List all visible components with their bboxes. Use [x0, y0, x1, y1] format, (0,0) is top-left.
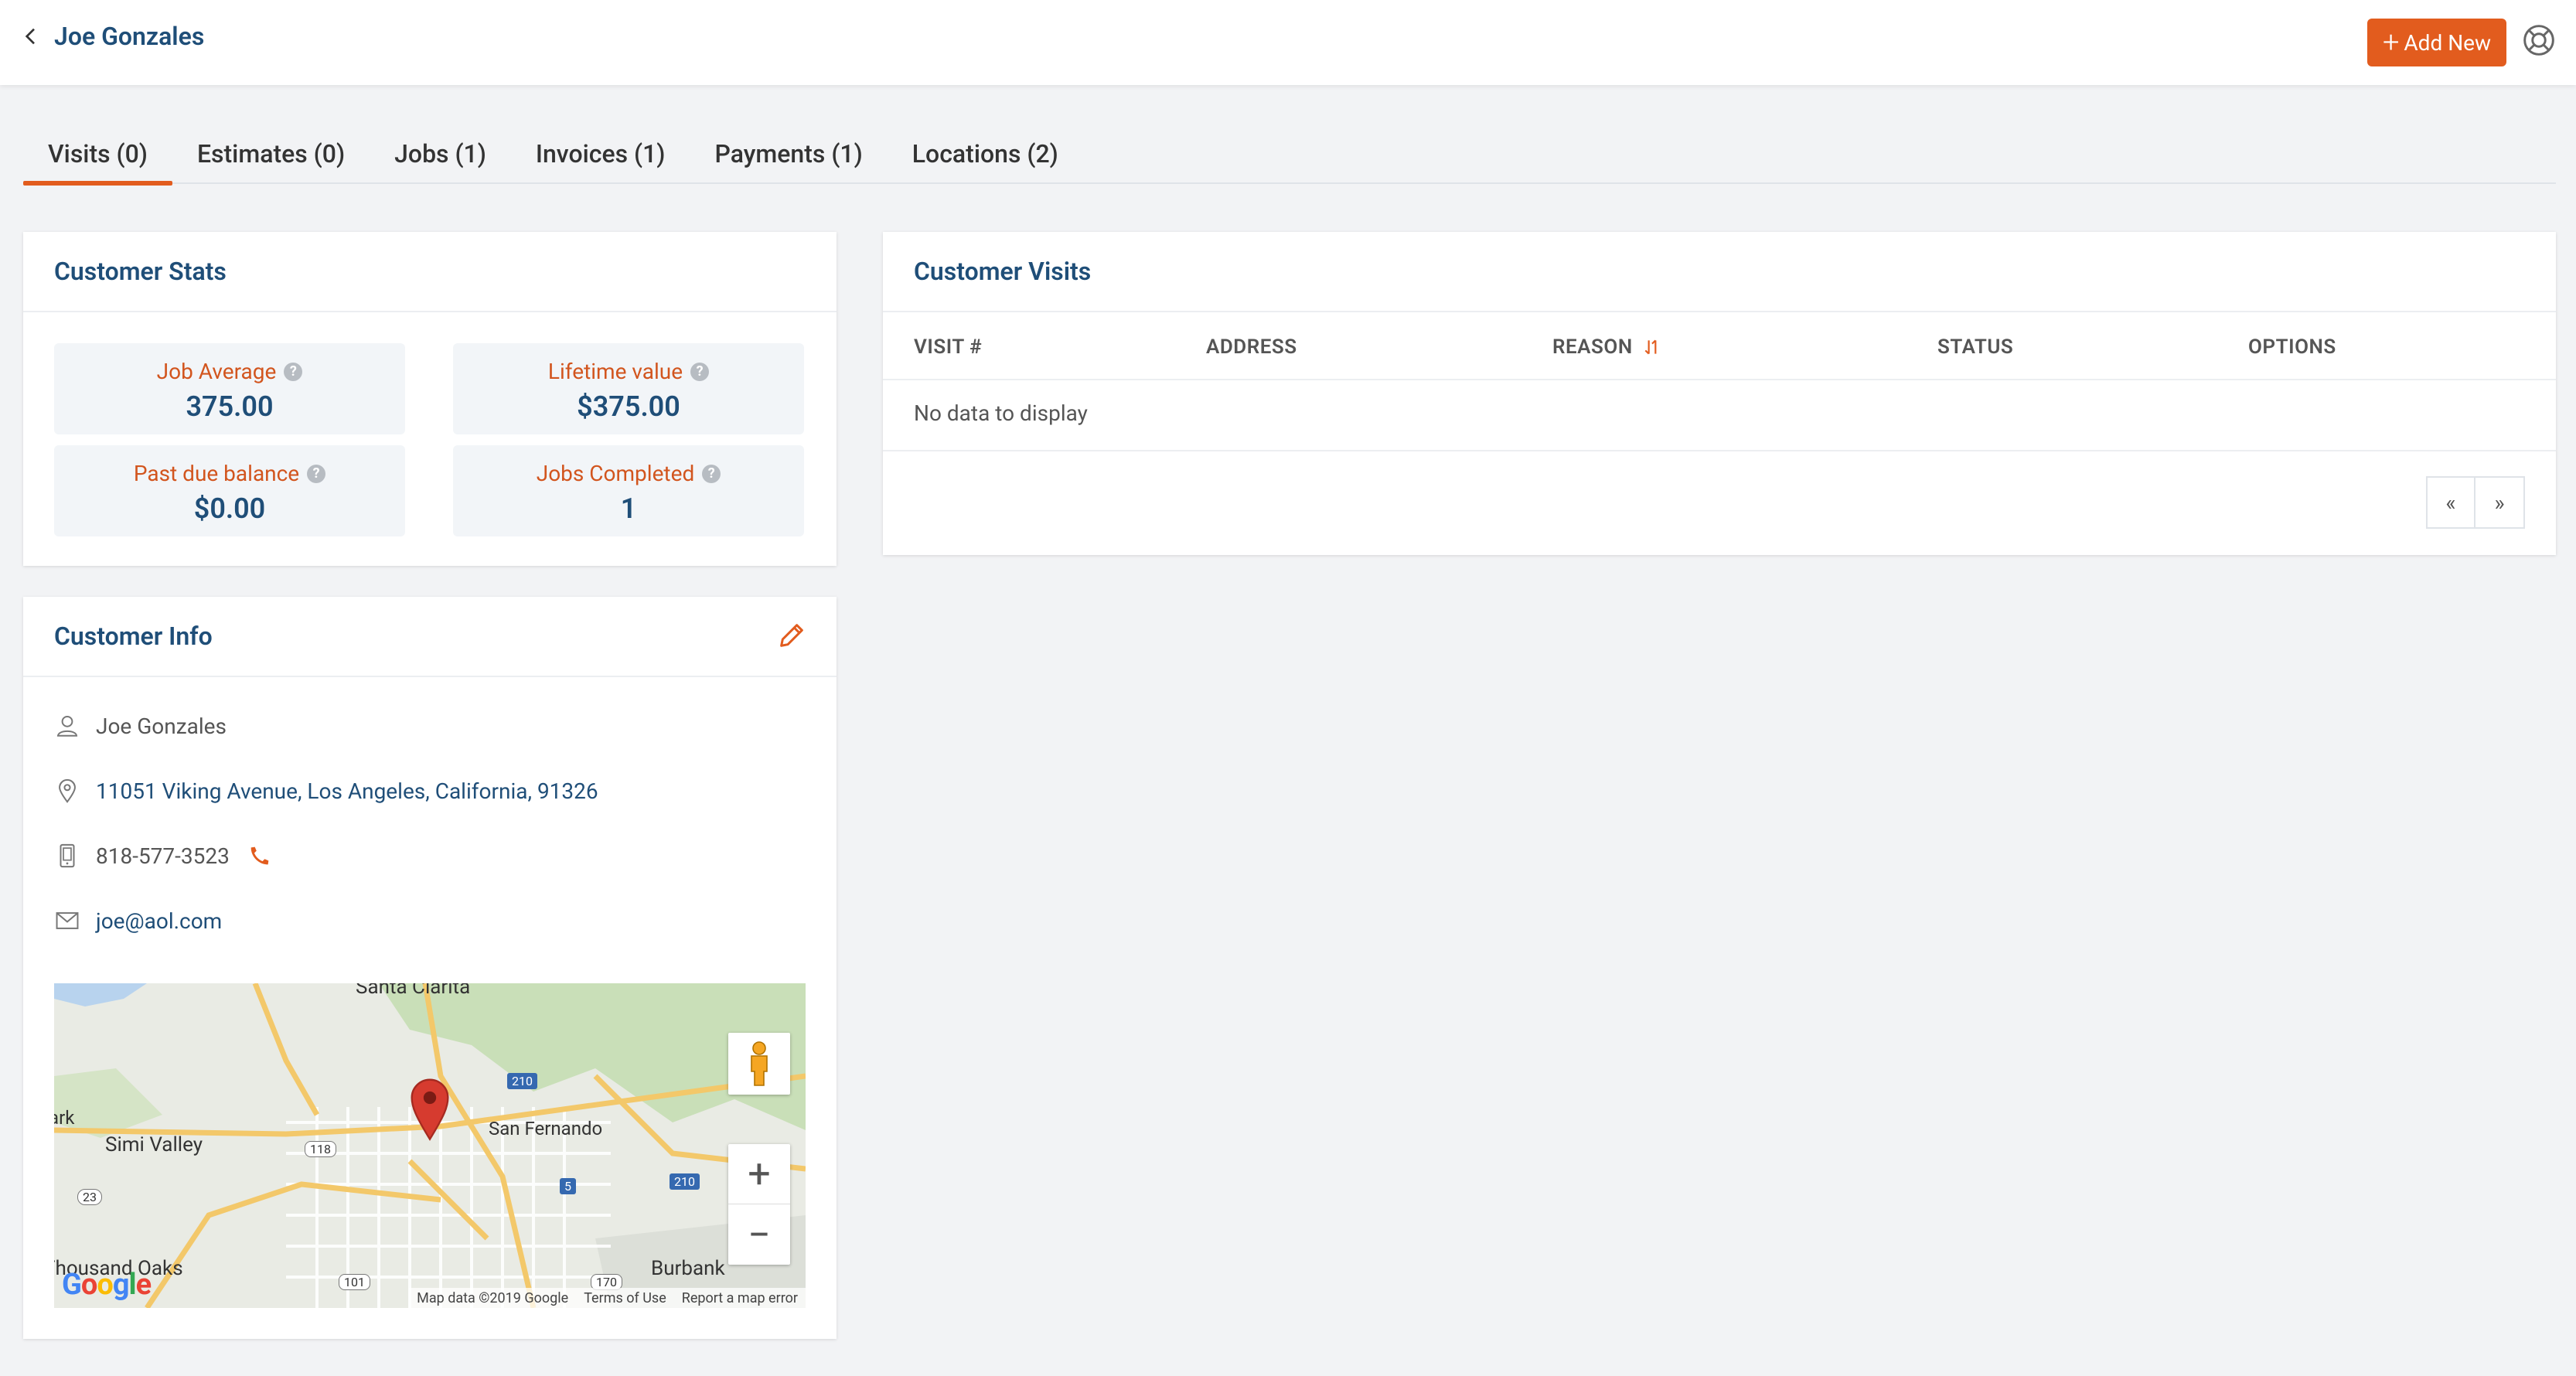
customer-info-title: Customer Info	[54, 622, 213, 651]
stat-job-average: Job Average? 375.00	[54, 343, 405, 434]
map-label-san-fernando: San Fernando	[489, 1118, 603, 1139]
call-icon[interactable]	[247, 843, 273, 869]
map-label-park: Park	[54, 1107, 75, 1129]
customer-visits-title: Customer Visits	[914, 257, 1092, 286]
customer-stats-header: Customer Stats	[23, 232, 837, 312]
help-icon[interactable]: ?	[307, 464, 326, 483]
map-label-simi-valley: Simi Valley	[105, 1133, 203, 1156]
map-label-burbank: Burbank	[651, 1257, 725, 1280]
street-view-button[interactable]	[728, 1033, 790, 1095]
map-data-text: Map data ©2019 Google	[417, 1289, 569, 1306]
stat-value: $0.00	[193, 492, 266, 525]
customer-name: Joe Gonzales	[96, 713, 227, 739]
tab-locations[interactable]: Locations (2)	[888, 124, 1083, 184]
sort-icon[interactable]	[1642, 337, 1662, 357]
tab-estimates[interactable]: Estimates (0)	[172, 124, 370, 184]
customer-info-header: Customer Info	[23, 597, 837, 677]
stat-value: $375.00	[577, 390, 680, 423]
table-footer	[883, 450, 2556, 451]
info-phone-row: 818-577-3523	[54, 843, 288, 869]
highway-shield: 210	[507, 1073, 537, 1089]
tab-bar: Visits (0) Estimates (0) Jobs (1) Invoic…	[23, 124, 2556, 186]
pencil-icon[interactable]	[776, 620, 807, 651]
map-attribution: Map data ©2019 Google Terms of Use Repor…	[409, 1288, 806, 1308]
customer-visits-header: Customer Visits	[883, 232, 2556, 312]
mobile-phone-icon	[60, 843, 75, 868]
user-icon	[56, 715, 78, 737]
stat-jobs-completed: Jobs Completed? 1	[453, 445, 804, 536]
zoom-controls: + −	[728, 1144, 790, 1265]
help-icon[interactable]: ?	[284, 362, 303, 381]
stat-value: 1	[620, 492, 637, 525]
zoom-out-button[interactable]: −	[728, 1204, 790, 1265]
column-reason[interactable]: REASON	[1552, 335, 1662, 359]
highway-shield: 118	[305, 1141, 336, 1157]
customer-visits-card: Customer Visits VISIT # ADDRESS REASON S…	[883, 232, 2556, 555]
info-email-row: joe@aol.com	[54, 908, 222, 934]
stat-label: Lifetime value	[547, 359, 683, 384]
tab-invoices[interactable]: Invoices (1)	[511, 124, 690, 184]
column-reason-label: REASON	[1552, 335, 1633, 359]
plus-icon: +	[2382, 26, 2400, 60]
report-map-error-link[interactable]: Report a map error	[682, 1290, 798, 1306]
info-name-row: Joe Gonzales	[54, 713, 227, 739]
tab-jobs[interactable]: Jobs (1)	[370, 124, 511, 184]
tab-visits[interactable]: Visits (0)	[23, 124, 172, 186]
column-address[interactable]: ADDRESS	[1206, 335, 1297, 359]
customer-address-link[interactable]: 11051 Viking Avenue, Los Angeles, Califo…	[96, 778, 598, 804]
map-marker-icon[interactable]	[408, 1076, 451, 1141]
lifebuoy-icon[interactable]	[2522, 23, 2556, 57]
customer-name-title: Joe Gonzales	[54, 22, 205, 51]
empty-table-message: No data to display	[914, 400, 1088, 426]
add-new-button[interactable]: + Add New	[2367, 19, 2506, 66]
pagination: « »	[2426, 476, 2525, 529]
column-status[interactable]: STATUS	[1937, 335, 2013, 359]
zoom-in-button[interactable]: +	[728, 1144, 790, 1204]
stat-lifetime-value: Lifetime value? $375.00	[453, 343, 804, 434]
pegman-icon	[751, 1041, 768, 1086]
column-visit-number[interactable]: VISIT #	[914, 335, 982, 359]
top-bar: Joe Gonzales + Add New	[0, 0, 2576, 85]
tab-payments[interactable]: Payments (1)	[690, 124, 887, 184]
stat-value: 375.00	[186, 390, 274, 423]
highway-shield: 5	[560, 1178, 576, 1194]
add-new-label: Add New	[2404, 29, 2492, 56]
stat-past-due-balance: Past due balance? $0.00	[54, 445, 405, 536]
stat-label: Jobs Completed	[536, 461, 695, 486]
highway-shield: 23	[77, 1189, 102, 1205]
terms-of-use-link[interactable]: Terms of Use	[584, 1290, 666, 1306]
back-button[interactable]: Joe Gonzales	[19, 22, 204, 51]
highway-shield: 101	[339, 1274, 370, 1290]
location-map[interactable]: Santa Clarita Park Simi Valley San Ferna…	[54, 983, 806, 1308]
column-options[interactable]: OPTIONS	[2248, 335, 2336, 359]
chevron-left-icon	[25, 28, 35, 45]
customer-info-card: Customer Info Joe Gonzales 11051 Viking …	[23, 597, 837, 1339]
customer-phone: 818-577-3523	[96, 843, 230, 869]
google-logo: Google	[62, 1268, 152, 1302]
highway-shield: 210	[670, 1173, 700, 1190]
info-address-row: 11051 Viking Avenue, Los Angeles, Califo…	[54, 778, 598, 804]
previous-page-button[interactable]: «	[2426, 476, 2475, 529]
customer-email-link[interactable]: joe@aol.com	[96, 908, 222, 934]
help-icon[interactable]: ?	[690, 362, 710, 381]
visits-table-header: VISIT # ADDRESS REASON STATUS OPTIONS	[883, 312, 2556, 380]
help-icon[interactable]: ?	[702, 464, 721, 483]
customer-stats-title: Customer Stats	[54, 257, 227, 286]
map-label-santa-clarita: Santa Clarita	[356, 983, 471, 999]
customer-stats-card: Customer Stats Job Average? 375.00 Lifet…	[23, 232, 837, 566]
stat-label: Past due balance	[133, 461, 300, 486]
next-page-button[interactable]: »	[2475, 476, 2525, 529]
envelope-icon	[56, 912, 79, 929]
stat-label: Job Average	[156, 359, 277, 384]
map-pin-icon	[59, 778, 76, 803]
